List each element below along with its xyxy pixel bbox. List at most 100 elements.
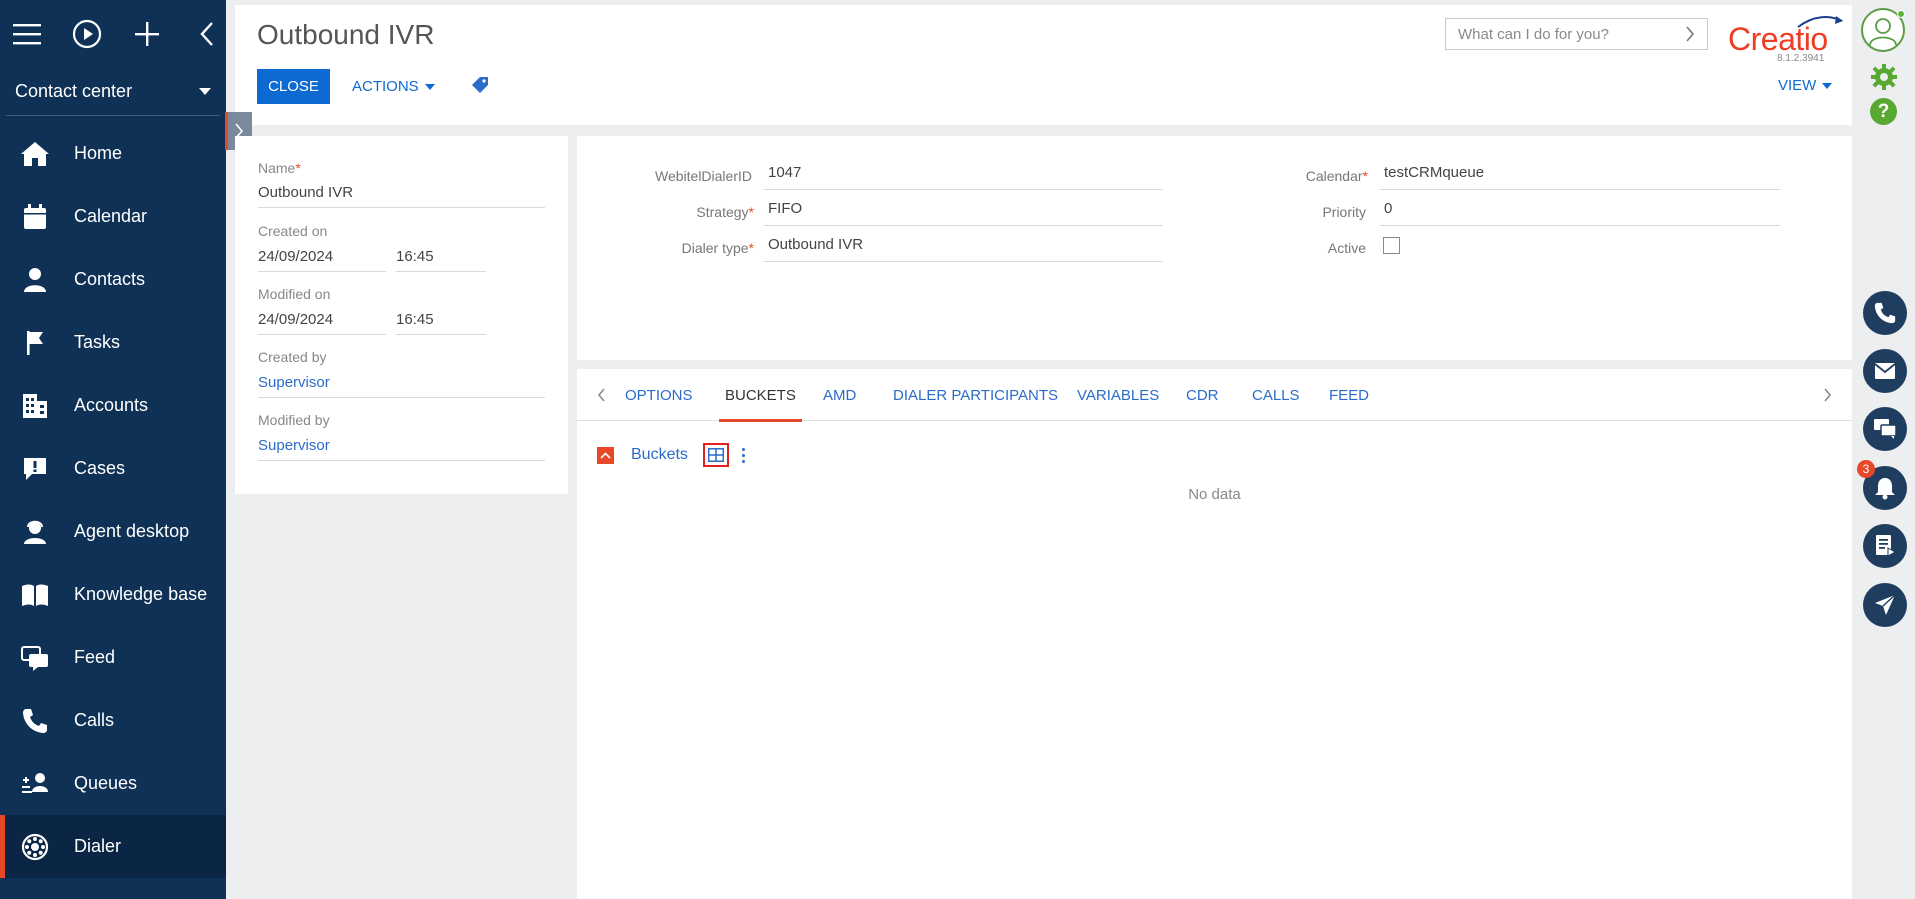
active-label: Active [1327, 240, 1366, 256]
sidebar-item-label: Feed [74, 647, 116, 667]
sidebar-item-queues[interactable]: Queues [0, 752, 226, 815]
building-icon [20, 391, 50, 421]
play-icon[interactable] [72, 19, 102, 49]
priority-field[interactable]: 0 [1380, 198, 1780, 226]
buckets-detail-header: Buckets [597, 442, 749, 468]
grid-view-button[interactable] [702, 443, 729, 467]
sidebar-item-cases[interactable]: Cases [0, 437, 226, 500]
chat-panel-button[interactable] [1863, 407, 1907, 451]
phone-icon [20, 706, 50, 736]
envelope-icon [1874, 363, 1896, 379]
home-icon [20, 139, 50, 169]
chevron-left-icon[interactable] [192, 19, 222, 49]
created-on-time-field[interactable]: 16:45 [396, 246, 486, 272]
dialer-icon [20, 832, 50, 862]
sidebar-item-home[interactable]: Home [0, 122, 226, 185]
phone-panel-button[interactable] [1863, 291, 1907, 335]
right-rail: ? 3 [1852, 0, 1915, 899]
active-checkbox[interactable] [1383, 237, 1400, 254]
modified-by-link[interactable]: Supervisor [258, 435, 545, 461]
created-on-date-field[interactable]: 24/09/2024 [258, 246, 386, 272]
sidebar: Contact center Home Calendar Contacts Ta… [0, 0, 226, 899]
modified-on-date-field[interactable]: 24/09/2024 [258, 309, 386, 335]
settings-gear-icon[interactable] [1870, 63, 1898, 96]
sidebar-item-knowledge-base[interactable]: Knowledge base [0, 563, 226, 626]
case-icon [20, 454, 50, 484]
strategy-field[interactable]: FIFO [764, 198, 1163, 226]
name-label: Name* [258, 160, 301, 176]
search-input[interactable] [1458, 25, 1685, 43]
collapse-detail-button[interactable] [597, 446, 614, 464]
send-panel-button[interactable] [1863, 583, 1907, 627]
tab-variables[interactable]: VARIABLES [1077, 369, 1159, 421]
tab-cdr[interactable]: CDR [1186, 369, 1219, 421]
tabs-scroll-left-icon[interactable] [591, 385, 611, 405]
sidebar-item-label: Accounts [74, 395, 149, 415]
priority-label: Priority [1322, 204, 1366, 220]
tab-options[interactable]: OPTIONS [625, 369, 693, 421]
queue-icon [20, 769, 50, 799]
dialer-type-field[interactable]: Outbound IVR [764, 234, 1163, 262]
email-panel-button[interactable] [1863, 349, 1907, 393]
dialer-detail-card: WebitelDialerID 1047 Strategy* FIFO Dial… [577, 136, 1852, 360]
tag-icon[interactable] [471, 76, 493, 98]
sidebar-item-label: Home [74, 143, 123, 163]
calendar-label: Calendar* [1177, 168, 1368, 184]
close-button[interactable]: CLOSE [257, 69, 330, 104]
notification-count-badge: 3 [1857, 460, 1875, 478]
modified-on-time-field[interactable]: 16:45 [396, 309, 486, 335]
sidebar-item-contacts[interactable]: Contacts [0, 248, 226, 311]
tab-dialer-participants[interactable]: DIALER PARTICIPANTS [893, 369, 1058, 421]
sidebar-item-tasks[interactable]: Tasks [0, 311, 226, 374]
chat-icon [1874, 419, 1897, 439]
avatar[interactable] [1861, 8, 1905, 52]
sidebar-item-agent-desktop[interactable]: Agent desktop [0, 500, 226, 563]
workspace-selector[interactable]: Contact center [6, 68, 220, 116]
view-button[interactable]: VIEW [1778, 77, 1833, 94]
sidebar-item-calendar[interactable]: Calendar [0, 185, 226, 248]
created-by-label: Created by [258, 349, 327, 365]
sidebar-item-feed[interactable]: Feed [0, 626, 226, 689]
chevron-down-icon [199, 88, 211, 95]
buckets-detail-title[interactable]: Buckets [631, 446, 688, 464]
notifications-panel-button[interactable]: 3 [1857, 460, 1907, 510]
sidebar-item-accounts[interactable]: Accounts [0, 374, 226, 437]
creatio-logo: Creatio [1728, 13, 1844, 57]
calendar-field[interactable]: testCRMqueue [1380, 162, 1780, 190]
chevron-right-icon[interactable] [1685, 26, 1695, 42]
required-marker: * [748, 204, 754, 220]
plus-icon[interactable] [132, 19, 162, 49]
paper-plane-icon [1875, 594, 1896, 615]
tab-feed[interactable]: FEED [1329, 369, 1369, 421]
webitel-dialer-id-label: WebitelDialerID [655, 168, 752, 184]
tab-buckets[interactable]: BUCKETS [719, 369, 802, 422]
sidebar-item-label: Agent desktop [74, 521, 190, 541]
flag-icon [20, 328, 50, 358]
chevron-down-icon [1822, 82, 1833, 89]
sidebar-item-calls[interactable]: Calls [0, 689, 226, 752]
help-icon[interactable]: ? [1870, 98, 1897, 125]
hamburger-menu-icon[interactable] [12, 19, 42, 49]
command-line[interactable] [1445, 18, 1708, 50]
modified-on-label: Modified on [258, 286, 331, 302]
name-field[interactable]: Outbound IVR [258, 182, 545, 208]
actions-button[interactable]: ACTIONS [352, 69, 435, 104]
detail-menu-button[interactable] [739, 445, 749, 465]
sidebar-item-label: Dialer [74, 836, 122, 856]
tab-bar: OPTIONS BUCKETS AMD DIALER PARTICIPANTS … [577, 369, 1852, 422]
processes-panel-button[interactable] [1863, 524, 1907, 568]
required-marker: * [1362, 168, 1368, 184]
webitel-dialer-id-field[interactable]: 1047 [764, 162, 1163, 190]
dialer-type-label: Dialer type* [577, 240, 754, 256]
chevron-up-icon [600, 451, 611, 459]
sidebar-item-dialer[interactable]: Dialer [0, 815, 226, 878]
tabs-card: OPTIONS BUCKETS AMD DIALER PARTICIPANTS … [577, 369, 1852, 899]
created-by-link[interactable]: Supervisor [258, 372, 545, 398]
tab-amd[interactable]: AMD [823, 369, 856, 421]
tab-calls[interactable]: CALLS [1252, 369, 1300, 421]
grid-icon [707, 448, 724, 462]
tabs-scroll-right-icon[interactable] [1817, 385, 1837, 405]
calendar-icon [20, 202, 50, 232]
sidebar-item-label: Knowledge base [74, 584, 208, 604]
calendar-label-text: Calendar [1305, 168, 1363, 184]
